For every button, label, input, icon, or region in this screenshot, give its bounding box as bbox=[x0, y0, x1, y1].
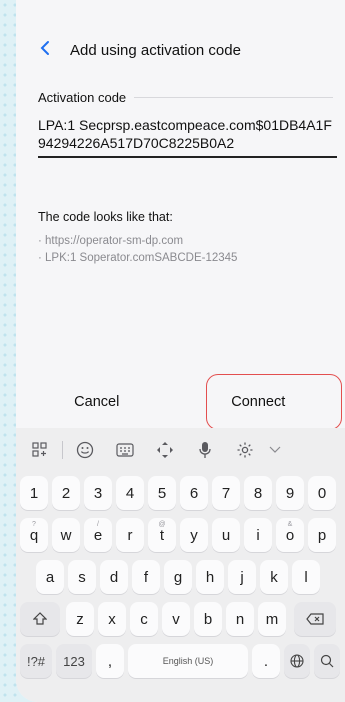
search-icon bbox=[320, 654, 334, 668]
bottom-row: !?# 123 , English (US) . bbox=[16, 644, 345, 680]
key-label: e bbox=[93, 526, 103, 544]
key-5[interactable]: 5 bbox=[148, 476, 176, 510]
key-label: t bbox=[159, 526, 165, 544]
key-2[interactable]: 2 bbox=[52, 476, 80, 510]
input-underline bbox=[38, 156, 337, 158]
key-f[interactable]: f bbox=[132, 560, 160, 594]
key-j[interactable]: j bbox=[228, 560, 256, 594]
shift-icon bbox=[33, 612, 47, 625]
key-1[interactable]: 1 bbox=[20, 476, 48, 510]
key-label: p bbox=[317, 526, 327, 544]
hint-example-2: LPK:1 Soperator.comSABCDE-12345 bbox=[38, 250, 237, 267]
key-hint: @ bbox=[158, 521, 166, 528]
numbers-key[interactable]: 123 bbox=[56, 644, 92, 678]
globe-icon bbox=[290, 654, 304, 668]
hint-title: The code looks like that: bbox=[38, 210, 173, 224]
key-hint: / bbox=[97, 521, 99, 528]
number-row: 1 2 3 4 5 6 7 8 9 0 bbox=[16, 476, 345, 512]
key-m[interactable]: m bbox=[258, 602, 286, 636]
key-6[interactable]: 6 bbox=[180, 476, 208, 510]
symbols-key[interactable]: !?# bbox=[20, 644, 52, 678]
key-label: u bbox=[221, 526, 231, 544]
keyboard: 1 2 3 4 5 6 7 8 9 0 ? q w / e r @ t y u i &… bbox=[16, 428, 345, 702]
key-b[interactable]: b bbox=[194, 602, 222, 636]
emoji-icon[interactable] bbox=[65, 435, 105, 465]
key-r[interactable]: r bbox=[116, 518, 144, 552]
section-divider bbox=[134, 96, 333, 98]
dialog-buttons: Cancel Connect bbox=[16, 376, 345, 428]
key-q[interactable]: ? q bbox=[20, 518, 48, 552]
key-hint: ? bbox=[32, 521, 36, 528]
letter-row-3: z x c v b n m bbox=[16, 602, 345, 638]
backspace-icon bbox=[306, 613, 324, 625]
key-label: w bbox=[60, 526, 72, 544]
language-key[interactable] bbox=[284, 644, 310, 678]
key-n[interactable]: n bbox=[226, 602, 254, 636]
back-button[interactable] bbox=[38, 40, 56, 58]
backspace-key[interactable] bbox=[294, 602, 336, 636]
key-c[interactable]: c bbox=[130, 602, 158, 636]
key-0[interactable]: 0 bbox=[308, 476, 336, 510]
activation-code-label: Activation code bbox=[38, 89, 127, 105]
hint-example-1: https://operator-sm-dp.com bbox=[38, 233, 237, 250]
key-d[interactable]: d bbox=[100, 560, 128, 594]
key-7[interactable]: 7 bbox=[212, 476, 240, 510]
key-u[interactable]: u bbox=[212, 518, 240, 552]
shift-key[interactable] bbox=[20, 602, 60, 636]
key-3[interactable]: 3 bbox=[84, 476, 112, 510]
search-key[interactable] bbox=[314, 644, 340, 678]
key-label: i bbox=[256, 526, 260, 544]
space-key[interactable]: English (US) bbox=[128, 644, 248, 678]
key-hint: & bbox=[287, 521, 293, 528]
period-key[interactable]: . bbox=[252, 644, 280, 678]
keyboard-icon[interactable] bbox=[105, 435, 145, 465]
hint-examples: https://operator-sm-dp.com LPK:1 Soperat… bbox=[38, 233, 237, 267]
letter-row-1: ? q w / e r @ t y u i & o p bbox=[16, 518, 345, 554]
cancel-button[interactable]: Cancel bbox=[16, 376, 178, 428]
key-l[interactable]: l bbox=[292, 560, 320, 594]
key-8[interactable]: 8 bbox=[244, 476, 272, 510]
key-9[interactable]: 9 bbox=[276, 476, 304, 510]
key-4[interactable]: 4 bbox=[116, 476, 144, 510]
chevron-down-icon[interactable] bbox=[265, 435, 285, 465]
cursor-move-icon[interactable] bbox=[145, 435, 185, 465]
apps-icon[interactable] bbox=[20, 435, 60, 465]
connect-button[interactable]: Connect bbox=[178, 376, 340, 428]
key-t[interactable]: @ t bbox=[148, 518, 176, 552]
page-title: Add using activation code bbox=[70, 42, 241, 59]
key-label: y bbox=[190, 526, 198, 544]
key-v[interactable]: v bbox=[162, 602, 190, 636]
key-z[interactable]: z bbox=[66, 602, 94, 636]
key-k[interactable]: k bbox=[260, 560, 288, 594]
app-bar: Add using activation code bbox=[16, 0, 345, 88]
key-g[interactable]: g bbox=[164, 560, 192, 594]
screen: Add using activation code Activation cod… bbox=[16, 0, 345, 702]
toolbar-divider bbox=[62, 441, 63, 459]
keyboard-toolbar bbox=[16, 428, 345, 472]
key-x[interactable]: x bbox=[98, 602, 126, 636]
activation-code-section: Activation code bbox=[38, 88, 333, 106]
microphone-icon[interactable] bbox=[185, 435, 225, 465]
key-y[interactable]: y bbox=[180, 518, 208, 552]
key-s[interactable]: s bbox=[68, 560, 96, 594]
key-h[interactable]: h bbox=[196, 560, 224, 594]
key-i[interactable]: i bbox=[244, 518, 272, 552]
key-a[interactable]: a bbox=[36, 560, 64, 594]
space-language-label: English (US) bbox=[162, 656, 214, 666]
chevron-left-icon bbox=[40, 41, 49, 55]
key-label: o bbox=[285, 526, 295, 544]
key-label: q bbox=[29, 526, 39, 544]
comma-key[interactable]: , bbox=[96, 644, 124, 678]
key-p[interactable]: p bbox=[308, 518, 336, 552]
settings-gear-icon[interactable] bbox=[225, 435, 265, 465]
activation-code-input[interactable]: LPA:1 Secprsp.eastcompeace.com$01DB4A1F9… bbox=[38, 116, 338, 152]
key-e[interactable]: / e bbox=[84, 518, 112, 552]
key-w[interactable]: w bbox=[52, 518, 80, 552]
key-label: r bbox=[127, 526, 133, 544]
letter-row-2: a s d f g h j k l bbox=[16, 560, 345, 596]
key-o[interactable]: & o bbox=[276, 518, 304, 552]
